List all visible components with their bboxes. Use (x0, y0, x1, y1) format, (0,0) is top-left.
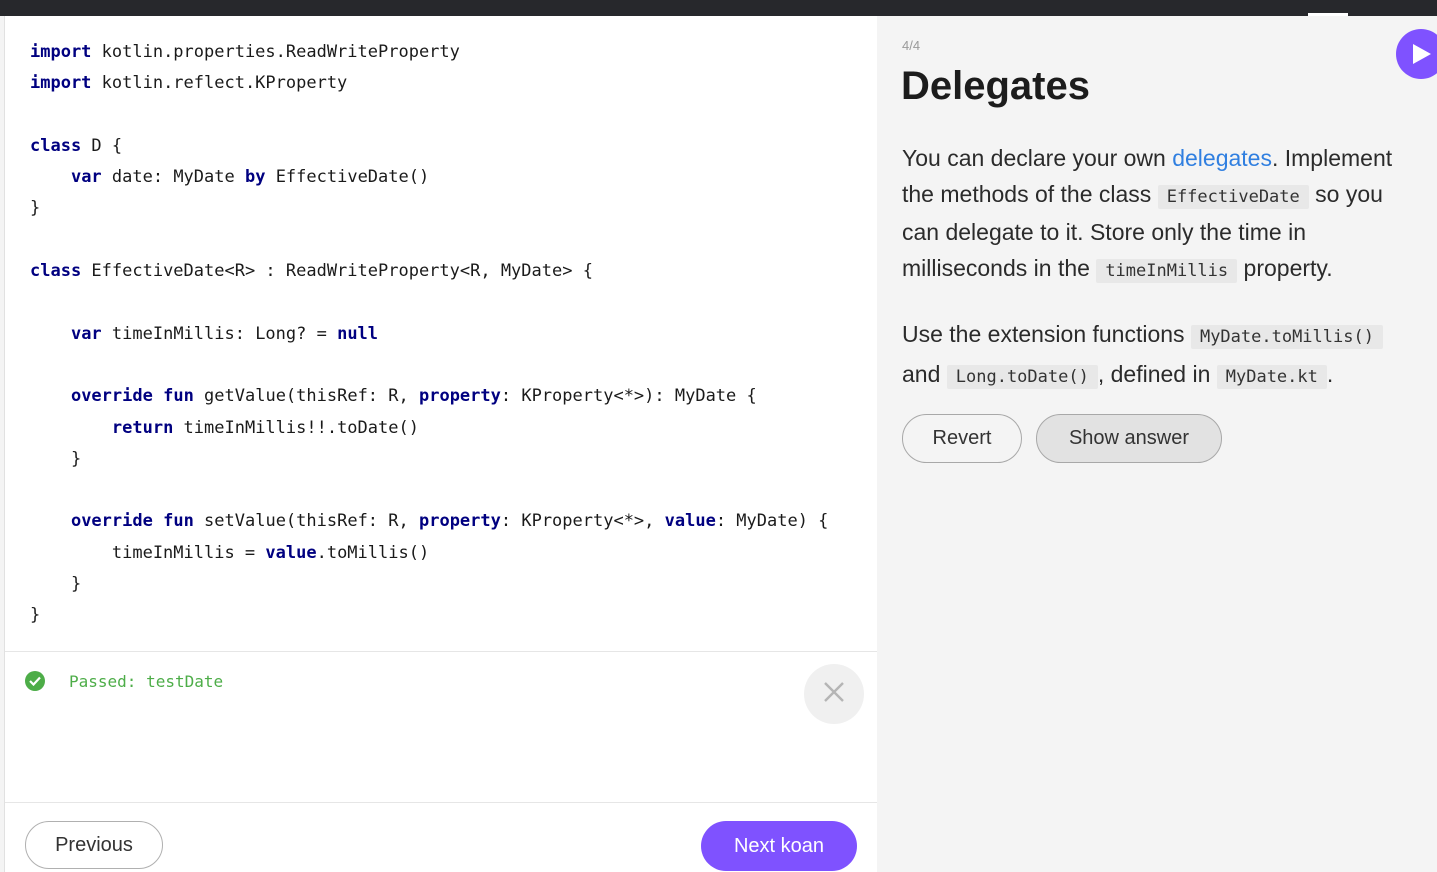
code-token: timeInMillis = (30, 542, 266, 563)
code-token: } (30, 198, 41, 219)
code-token: .toMillis() (316, 542, 430, 563)
code-keyword: property (418, 511, 501, 532)
inline-code: Long.toDate() (946, 365, 1098, 389)
check-circle-icon (25, 671, 45, 691)
code-line: override fun getValue(thisRef: R, proper… (30, 381, 828, 412)
code-keyword: value (664, 511, 716, 532)
run-button[interactable] (1396, 29, 1437, 79)
close-result-button[interactable] (804, 664, 864, 724)
code-keyword: override (70, 386, 153, 407)
code-token: getValue(thisRef: R, (193, 386, 419, 407)
task-title: Delegates (901, 64, 1090, 108)
code-token: } (30, 605, 41, 626)
revert-button[interactable]: Revert (902, 414, 1022, 463)
code-keyword: var (70, 167, 102, 188)
text: You can declare your own (902, 145, 1173, 171)
code-keyword: import (30, 73, 92, 94)
code-line: import kotlin.properties.ReadWriteProper… (30, 37, 828, 68)
code-token: : KProperty<*>, (500, 511, 665, 532)
inline-code: EffectiveDate (1157, 184, 1309, 209)
code-line: timeInMillis = value.toMillis() (30, 538, 828, 569)
code-keyword: class (30, 135, 82, 156)
code-token: kotlin.properties.ReadWriteProperty (91, 42, 460, 62)
inline-code: timeInMillis (1096, 258, 1238, 283)
code-token: date: MyDate (101, 167, 245, 188)
code-line: import kotlin.reflect.KProperty (30, 68, 828, 99)
code-line: var date: MyDate by EffectiveDate() (30, 162, 828, 193)
editor-panel: import kotlin.properties.ReadWriteProper… (4, 16, 878, 872)
code-keyword: value (265, 542, 317, 563)
task-progress: 4/4 (902, 38, 921, 53)
next-koan-button[interactable]: Next koan (701, 821, 857, 871)
code-token: timeInMillis!!.toDate() (173, 417, 419, 438)
code-line: } (30, 444, 828, 475)
code-keyword: import (30, 42, 92, 62)
code-keyword: class (30, 261, 82, 282)
code-keyword: fun (163, 511, 194, 532)
test-result-text: Passed: testDate (69, 671, 224, 691)
show-answer-button[interactable]: Show answer (1036, 414, 1222, 463)
task-panel: 4/4 Delegates You can declare your own d… (877, 16, 1437, 872)
code-token: } (30, 448, 82, 469)
code-token: D { (81, 135, 123, 156)
previous-button[interactable]: Previous (25, 821, 163, 869)
top-bar (0, 0, 1437, 16)
code-keyword: property (418, 386, 501, 407)
code-keyword: return (111, 417, 174, 438)
code-line: override fun setValue(thisRef: R, proper… (30, 506, 828, 537)
text: Use the extension functions (902, 321, 1191, 347)
code-token: EffectiveDate() (265, 167, 430, 188)
code-line: } (30, 569, 828, 600)
text: and (902, 361, 947, 387)
text: property. (1237, 254, 1333, 281)
code-line: class D { (30, 131, 828, 162)
code-token: } (30, 574, 82, 595)
code-keyword: fun (163, 386, 194, 407)
task-description: You can declare your own delegates. Impl… (902, 141, 1422, 289)
code-line: class EffectiveDate<R> : ReadWriteProper… (30, 256, 828, 287)
code-line: return timeInMillis!!.toDate() (30, 413, 828, 444)
test-result: Passed: testDate (25, 671, 223, 691)
code-line: } (30, 600, 828, 631)
code-token: EffectiveDate<R> : ReadWriteProperty<R, … (81, 261, 593, 282)
code-keyword: by (244, 167, 266, 188)
play-icon (1411, 42, 1433, 66)
text: , defined in (1097, 361, 1217, 387)
delegates-link[interactable]: delegates (1172, 145, 1272, 171)
inline-code: MyDate.kt (1216, 365, 1327, 389)
task-hint: Use the extension functions MyDate.toMil… (902, 316, 1422, 396)
code-token: : KProperty<*>): MyDate { (500, 386, 757, 407)
code-token: : MyDate) { (715, 511, 829, 532)
code-keyword: var (70, 323, 102, 344)
text: . (1326, 361, 1334, 387)
close-icon (823, 681, 845, 708)
code-token: timeInMillis: Long? = (101, 323, 338, 344)
code-token: setValue(thisRef: R, (193, 511, 419, 532)
code-keyword: override (70, 511, 153, 532)
code-token: kotlin.reflect.KProperty (91, 73, 348, 94)
code-keyword: null (337, 323, 379, 344)
code-line: var timeInMillis: Long? = null (30, 319, 828, 350)
editor-divider (5, 651, 878, 652)
code-editor[interactable]: import kotlin.properties.ReadWriteProper… (30, 37, 828, 632)
inline-code: MyDate.toMillis() (1190, 325, 1383, 349)
code-line: } (30, 193, 828, 224)
footer-divider (5, 802, 878, 803)
